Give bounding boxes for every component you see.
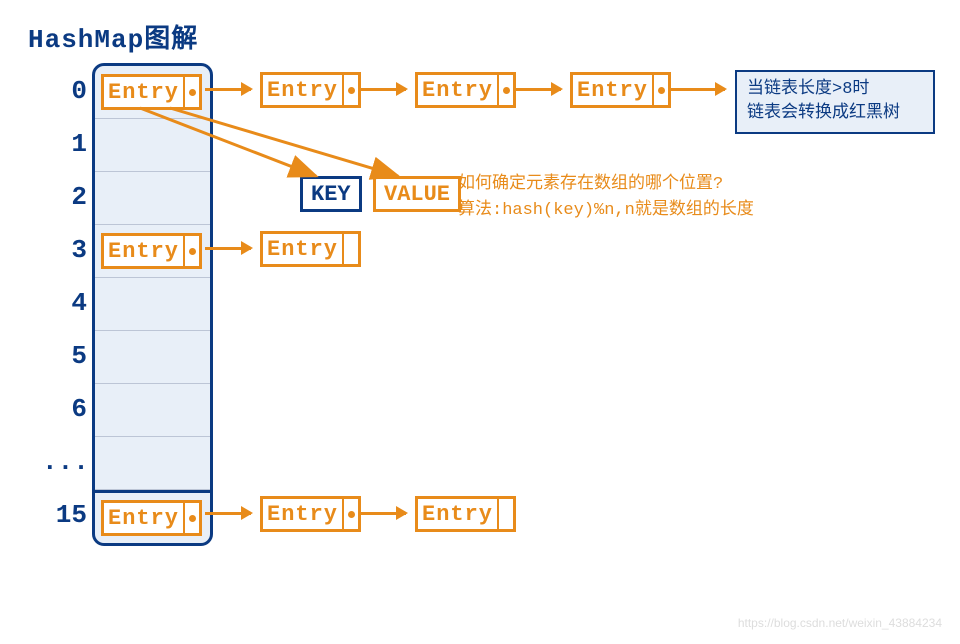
- hash-array: Entry Entry Entry: [92, 63, 213, 546]
- note-line: 如何确定元素存在数组的哪个位置?: [458, 172, 754, 198]
- next-pointer-empty-icon: [342, 234, 358, 264]
- entry-label: Entry: [263, 499, 342, 529]
- entry-label: Entry: [104, 503, 183, 533]
- index-4: 4: [42, 288, 87, 318]
- entry-label: Entry: [104, 236, 183, 266]
- next-pointer-icon: [183, 236, 199, 266]
- entry-label: Entry: [263, 234, 342, 264]
- hash-position-note: 如何确定元素存在数组的哪个位置? 算法:hash(key)%n,n就是数组的长度: [458, 172, 754, 223]
- next-pointer-icon: [342, 499, 358, 529]
- note-line: 算法:hash(key)%n,n就是数组的长度: [458, 198, 754, 224]
- next-pointer-icon: [652, 75, 668, 105]
- bucket-4: [95, 278, 210, 331]
- entry-15-2: Entry: [415, 496, 516, 532]
- note-line: 当链表长度>8时: [747, 78, 923, 102]
- watermark: https://blog.csdn.net/weixin_43884234: [738, 616, 942, 630]
- entry-label: Entry: [263, 75, 342, 105]
- bucket-2: [95, 172, 210, 225]
- entry-0-3: Entry: [570, 72, 671, 108]
- bucket-5: [95, 331, 210, 384]
- next-pointer-icon: [342, 75, 358, 105]
- index-2: 2: [42, 182, 87, 212]
- bucket-dots: [95, 437, 210, 490]
- index-1: 1: [42, 129, 87, 159]
- next-pointer-icon: [497, 75, 513, 105]
- entry-3-1: Entry: [260, 231, 361, 267]
- arrow-icon: [360, 88, 406, 91]
- next-pointer-empty-icon: [497, 499, 513, 529]
- entry-3-0: Entry: [101, 233, 202, 269]
- bucket-6: [95, 384, 210, 437]
- note-line: 链表会转换成红黑树: [747, 102, 923, 126]
- arrow-icon: [205, 512, 251, 515]
- entry-0-2: Entry: [415, 72, 516, 108]
- arrow-icon: [670, 88, 725, 91]
- entry-label: Entry: [418, 499, 497, 529]
- index-dots: ...: [42, 447, 87, 477]
- entry-0-1: Entry: [260, 72, 361, 108]
- bucket-3: Entry: [95, 225, 210, 278]
- index-6: 6: [42, 394, 87, 424]
- entry-15-1: Entry: [260, 496, 361, 532]
- arrow-icon: [205, 247, 251, 250]
- entry-label: Entry: [104, 77, 183, 107]
- arrow-icon: [360, 512, 406, 515]
- entry-label: Entry: [418, 75, 497, 105]
- diagram-title: HashMap图解: [28, 18, 198, 55]
- arrow-icon: [515, 88, 561, 91]
- key-callout: KEY: [300, 176, 362, 212]
- bucket-15: Entry: [95, 490, 210, 543]
- index-15: 15: [42, 500, 87, 530]
- value-callout: VALUE: [373, 176, 461, 212]
- bucket-1: [95, 119, 210, 172]
- index-0: 0: [42, 76, 87, 106]
- bucket-0: Entry: [95, 66, 210, 119]
- tree-threshold-note: 当链表长度>8时 链表会转换成红黑树: [735, 70, 935, 134]
- index-3: 3: [42, 235, 87, 265]
- entry-0-0: Entry: [101, 74, 202, 110]
- arrow-icon: [205, 88, 251, 91]
- next-pointer-icon: [183, 77, 199, 107]
- index-5: 5: [42, 341, 87, 371]
- entry-15-0: Entry: [101, 500, 202, 536]
- next-pointer-icon: [183, 503, 199, 533]
- entry-label: Entry: [573, 75, 652, 105]
